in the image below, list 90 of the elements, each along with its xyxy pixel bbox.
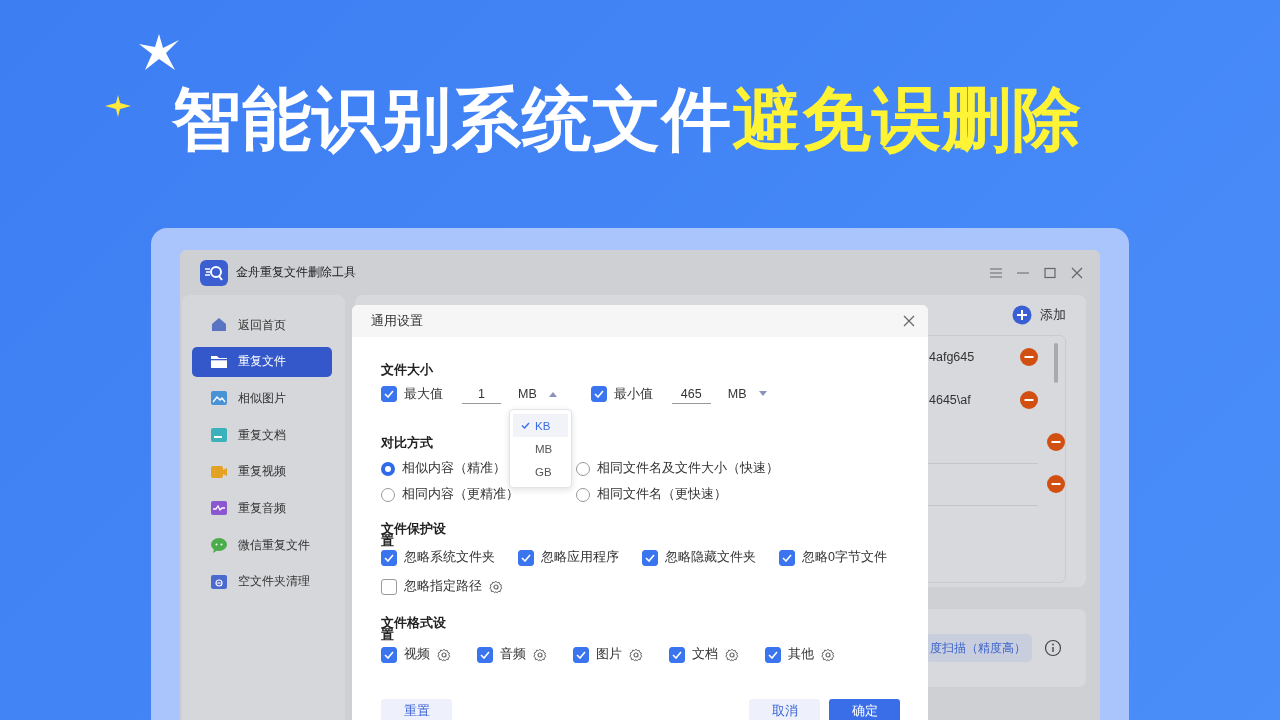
checkmark-icon [384,553,394,562]
checkmark-icon [768,650,778,659]
scrollbar[interactable] [1054,343,1058,383]
check-icon [521,422,530,429]
sidebar-item[interactable]: 微信重复文件 [192,530,332,561]
plus-icon [1012,305,1032,325]
checkbox[interactable] [669,646,685,663]
dialog-button[interactable]: 重置 [381,699,452,720]
window-title: 金舟重复文件删除工具 [236,264,357,281]
radio-button[interactable] [381,461,395,476]
checkmark-icon [384,390,394,398]
sidebar-item[interactable]: 重复视频 [192,456,332,487]
info-icon[interactable] [1044,639,1062,657]
checkmark-icon [384,650,394,659]
headline: 智能识别系统文件 [172,80,732,160]
sidebar-item[interactable]: 重复音频 [192,493,332,524]
option-label: 相同文件名（更快速） [597,486,727,503]
option-label: 忽略应用程序 [541,549,619,566]
path-text: 4645\af [929,392,971,407]
option-label: 忽略隐藏文件夹 [665,549,756,566]
option-label: 相似内容（精准） [402,460,506,477]
sidebar-item[interactable]: 空文件夹清理 [192,566,332,597]
option-label: 忽略系统文件夹 [404,549,495,566]
checkbox[interactable] [477,646,493,663]
section-heading: 文件保护设置 [381,523,447,547]
checkmark-icon [521,553,531,562]
checkmark-icon [645,553,655,562]
add-button[interactable]: 添加 [1012,305,1066,325]
dropdown-option[interactable]: MB [510,437,571,460]
sidebar-item[interactable]: 重复文档 [192,420,332,451]
checkmark-icon [576,650,586,659]
sidebar-item[interactable]: 返回首页 [192,310,332,340]
section-heading: 文件大小 [381,363,433,377]
checkbox[interactable] [381,549,397,566]
remove-button[interactable] [1047,432,1065,451]
checkmark-icon [782,553,792,562]
checkbox[interactable] [765,646,781,663]
option-label: 忽略0字节文件 [802,549,887,566]
caret-icon[interactable] [758,391,767,397]
close-icon[interactable] [903,315,915,327]
section-heading: 对比方式 [381,436,433,450]
unit-label[interactable]: MB [518,387,537,401]
checkbox[interactable] [573,646,589,663]
app-logo-icon [200,259,228,286]
checkmark-icon [480,650,490,659]
sidebar-item[interactable]: 相似图片 [192,383,332,414]
option-label: 忽略指定路径 [404,578,482,595]
dialog-title: 通用设置 [371,312,423,330]
option-label: 音频 [500,646,526,663]
checkbox[interactable] [381,578,397,595]
headline-highlight: 避免误删除 [732,80,1082,160]
confirm-button[interactable]: 确定 [829,699,900,720]
checkbox[interactable] [381,386,397,402]
option-label: 相同文件名及文件大小（快速） [597,460,779,477]
dropdown-option[interactable]: GB [510,460,571,483]
checkbox[interactable] [518,549,534,566]
checkbox[interactable] [779,549,795,566]
unit-label[interactable]: MB [727,387,747,401]
image-icon [210,389,228,408]
section-heading: 文件格式设置 [381,617,447,641]
dialog-button[interactable]: 取消 [749,699,820,720]
checkbox[interactable] [381,646,397,663]
audio-icon [210,499,228,518]
maximize-icon[interactable] [1043,266,1057,279]
option-label: 相同内容（更精准） [402,486,519,503]
home-icon [210,316,228,334]
option-label: 图片 [596,646,622,663]
dropdown-option[interactable]: KB [513,414,568,437]
remove-button[interactable] [1047,475,1065,494]
caret-icon[interactable] [548,391,557,397]
option-label: 文档 [692,646,718,663]
option-label: 最小值 [613,385,653,403]
close-icon[interactable] [1070,266,1084,279]
checkmark-icon [672,650,682,659]
checkbox[interactable] [590,386,607,402]
path-text: 4afg645 [929,350,975,365]
size-input[interactable]: 1 [462,384,501,404]
size-input[interactable]: 465 [671,384,711,404]
remove-button[interactable] [1020,390,1038,409]
document-icon [210,426,228,445]
remove-button[interactable] [1020,348,1038,367]
option-label: 其他 [788,646,814,663]
option-label: 视频 [404,646,430,663]
checkbox[interactable] [642,549,658,566]
option-label: 最大值 [404,385,443,403]
folder-minus-icon [210,572,228,591]
scan-button[interactable]: 度扫描（精度高） [926,634,1032,662]
checkmark-icon [593,390,604,398]
sidebar-item[interactable]: 重复文件 [192,346,332,377]
chat-icon [210,536,228,555]
